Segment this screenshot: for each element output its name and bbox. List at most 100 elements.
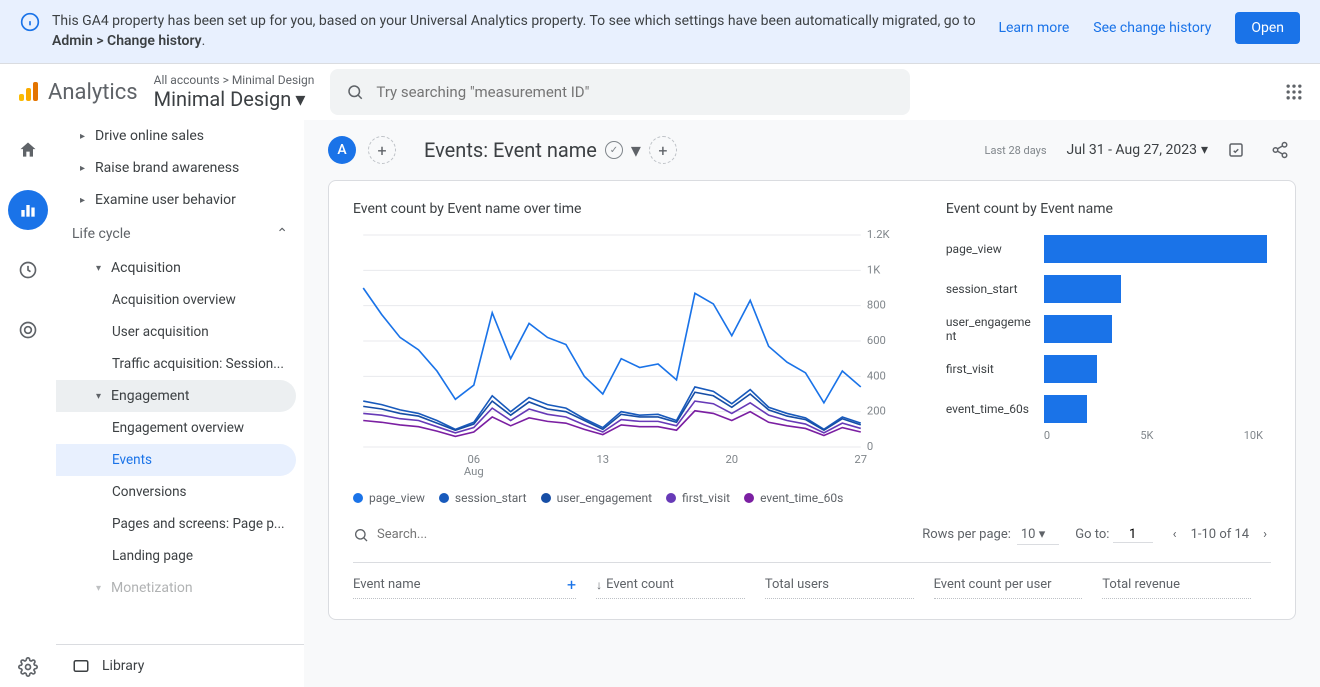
info-icon xyxy=(20,12,40,32)
share-button[interactable] xyxy=(1264,134,1296,166)
rail-advertising[interactable] xyxy=(8,310,48,350)
see-change-history-link[interactable]: See change history xyxy=(1093,20,1211,36)
rail-explore[interactable] xyxy=(8,250,48,290)
sidebar-section-lifecycle[interactable]: Life cycle⌃ xyxy=(56,216,304,252)
sidebar-item-engagement[interactable]: ▾Engagement xyxy=(56,380,296,412)
bar-chart[interactable]: page_viewsession_startuser_engagementfir… xyxy=(946,229,1271,479)
column-header[interactable]: ↓Event count xyxy=(596,575,745,599)
goto-label: Go to: xyxy=(1075,527,1109,542)
bar-row[interactable]: first_visit xyxy=(946,349,1271,389)
analytics-logo-icon xyxy=(16,80,40,104)
date-range-label: Last 28 days xyxy=(985,144,1047,157)
add-column-button[interactable]: + xyxy=(567,575,576,594)
rail-reports[interactable] xyxy=(8,190,48,230)
check-icon[interactable]: ✓ xyxy=(605,141,623,159)
sidebar-item-monetization[interactable]: ▾Monetization xyxy=(56,572,304,604)
svg-text:400: 400 xyxy=(867,370,886,383)
sidebar-item[interactable]: ▸Drive online sales xyxy=(56,120,304,152)
rpp-label: Rows per page: xyxy=(922,527,1011,542)
bar-chart-title: Event count by Event name xyxy=(946,201,1271,217)
report-header: A + Events: Event name ✓ ▾ + Last 28 day… xyxy=(304,120,1320,180)
sidebar-item[interactable]: Acquisition overview xyxy=(56,284,304,316)
svg-text:1.2K: 1.2K xyxy=(867,229,890,241)
report-title: Events: Event name ✓ ▾ + xyxy=(424,136,677,164)
apps-icon[interactable] xyxy=(1284,82,1304,102)
property-selector[interactable]: All accounts > Minimal Design Minimal De… xyxy=(154,73,315,111)
legend-item[interactable]: first_visit xyxy=(666,491,730,505)
line-chart[interactable]: 0 200 400 600 800 1K 1.2K 06 13 20 27 Aug xyxy=(353,229,906,479)
svg-text:600: 600 xyxy=(867,334,886,347)
bar-row[interactable]: event_time_60s xyxy=(946,389,1271,429)
sidebar-item[interactable]: ▸Examine user behavior xyxy=(56,184,304,216)
column-header[interactable]: Total revenue xyxy=(1102,575,1251,599)
legend-item[interactable]: user_engagement xyxy=(541,491,652,505)
rpp-select[interactable]: 10 ▾ xyxy=(1017,525,1059,545)
line-chart-title: Event count by Event name over time xyxy=(353,201,906,217)
sort-desc-icon: ↓ xyxy=(596,578,602,592)
bar-row[interactable]: session_start xyxy=(946,269,1271,309)
app-header: Analytics All accounts > Minimal Design … xyxy=(0,64,1320,120)
sidebar-item[interactable]: ▸Raise brand awareness xyxy=(56,152,304,184)
search-input[interactable] xyxy=(376,83,894,101)
sidebar-item[interactable]: User acquisition xyxy=(56,316,304,348)
table-search-input[interactable] xyxy=(377,527,906,542)
svg-text:0: 0 xyxy=(867,440,873,453)
column-header[interactable]: Event name+ xyxy=(353,575,576,599)
product-name: Analytics xyxy=(48,80,138,105)
add-dimension-button[interactable]: + xyxy=(649,136,677,164)
migration-banner: This GA4 property has been set up for yo… xyxy=(0,0,1320,64)
open-button[interactable]: Open xyxy=(1235,12,1300,44)
segment-chip[interactable]: A xyxy=(328,136,356,164)
rail-admin[interactable] xyxy=(8,647,48,687)
sidebar-item-acquisition[interactable]: ▾Acquisition xyxy=(56,252,304,284)
sidebar-item-events[interactable]: Events xyxy=(56,444,296,476)
svg-text:27: 27 xyxy=(854,453,867,466)
search-icon xyxy=(353,527,369,543)
chevron-down-icon: ▾ xyxy=(295,87,305,111)
column-header[interactable]: Total users xyxy=(765,575,914,599)
breadcrumb: All accounts > Minimal Design xyxy=(154,73,315,87)
bar-row[interactable]: page_view xyxy=(946,229,1271,269)
legend-item[interactable]: session_start xyxy=(439,491,527,505)
bar-row[interactable]: user_engagement xyxy=(946,309,1271,349)
sidebar-item[interactable]: Engagement overview xyxy=(56,412,304,444)
add-segment-button[interactable]: + xyxy=(368,136,396,164)
svg-text:20: 20 xyxy=(725,453,738,466)
customize-button[interactable] xyxy=(1220,134,1252,166)
svg-text:06: 06 xyxy=(467,453,480,466)
legend-item[interactable]: event_time_60s xyxy=(744,491,843,505)
legend-item[interactable]: page_view xyxy=(353,491,425,505)
table-header: Event name+ ↓Event count Total users Eve… xyxy=(353,562,1271,599)
nav-rail xyxy=(0,120,56,687)
sidebar-library[interactable]: Library xyxy=(56,644,304,687)
svg-text:200: 200 xyxy=(867,405,886,418)
svg-text:Aug: Aug xyxy=(464,465,484,478)
sidebar-item[interactable]: Conversions xyxy=(56,476,304,508)
library-icon xyxy=(72,657,90,675)
rail-home[interactable] xyxy=(8,130,48,170)
svg-text:13: 13 xyxy=(596,453,609,466)
charts-card: Event count by Event name over time 0200… xyxy=(328,180,1296,620)
sidebar-item[interactable]: Traffic acquisition: Session... xyxy=(56,348,304,380)
learn-more-link[interactable]: Learn more xyxy=(998,20,1069,36)
next-page-button[interactable]: › xyxy=(1259,523,1271,546)
dropdown-icon[interactable]: ▾ xyxy=(631,138,641,162)
logo: Analytics xyxy=(16,80,138,105)
table-search[interactable] xyxy=(353,527,906,543)
prev-page-button[interactable]: ‹ xyxy=(1169,523,1181,546)
column-header[interactable]: Event count per user xyxy=(934,575,1083,599)
search-icon xyxy=(346,83,364,101)
date-range-picker[interactable]: Jul 31 - Aug 27, 2023▾ xyxy=(1067,142,1208,158)
goto-input[interactable] xyxy=(1113,527,1153,543)
line-chart-legend: page_view session_start user_engagement fir… xyxy=(353,491,906,505)
main-content: A + Events: Event name ✓ ▾ + Last 28 day… xyxy=(304,120,1320,687)
reports-sidebar: ▸Drive online sales ▸Raise brand awarene… xyxy=(56,120,304,687)
chevron-up-icon: ⌃ xyxy=(276,226,288,242)
banner-text: This GA4 property has been set up for yo… xyxy=(52,12,986,51)
page-range: 1-10 of 14 xyxy=(1191,527,1250,542)
search-box[interactable] xyxy=(330,69,910,115)
sidebar-item[interactable]: Pages and screens: Page p... xyxy=(56,508,304,540)
svg-text:800: 800 xyxy=(867,299,886,312)
sidebar-item[interactable]: Landing page xyxy=(56,540,304,572)
svg-text:1K: 1K xyxy=(867,264,880,277)
